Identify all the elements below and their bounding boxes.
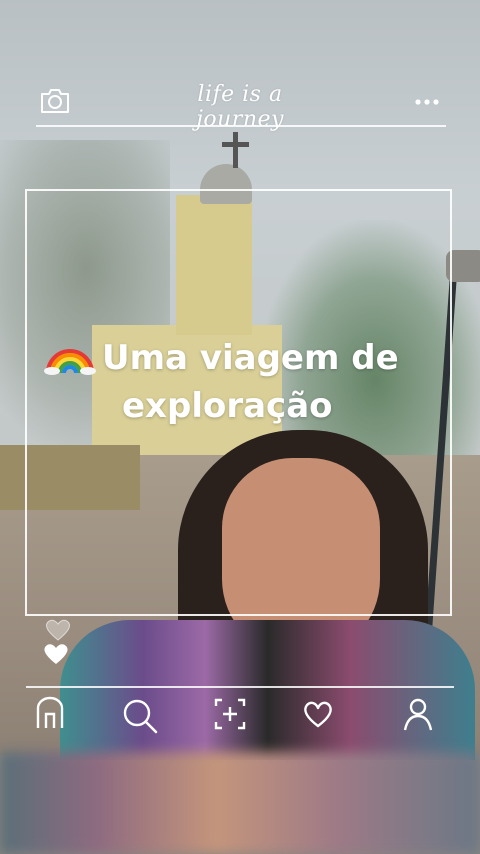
- heart-outline-icon: [45, 619, 71, 641]
- caption-line-2: exploração: [122, 386, 333, 426]
- bottom-divider: [26, 686, 454, 688]
- app-title: life is a journey: [196, 82, 284, 132]
- church-cross: [233, 132, 238, 168]
- heart-filled-icon: [44, 644, 68, 664]
- top-divider: [36, 125, 446, 127]
- caption-line-1: Uma viagem de: [102, 338, 399, 378]
- like-animation[interactable]: [38, 612, 78, 672]
- profile-icon[interactable]: [400, 696, 440, 736]
- camera-icon[interactable]: [38, 86, 72, 116]
- blurred-bottom-band: [0, 752, 480, 854]
- church-cross-bar: [222, 142, 249, 147]
- post-caption: Uma viagem de exploração: [44, 334, 464, 430]
- more-dots-icon[interactable]: [412, 94, 444, 108]
- add-post-icon[interactable]: [212, 696, 252, 736]
- search-icon[interactable]: [120, 696, 160, 736]
- home-arch-icon[interactable]: [32, 696, 72, 736]
- rainbow-icon: [44, 340, 96, 375]
- bottom-navigation: [0, 696, 480, 740]
- heart-icon[interactable]: [300, 696, 340, 736]
- top-bar: life is a journey: [0, 0, 480, 135]
